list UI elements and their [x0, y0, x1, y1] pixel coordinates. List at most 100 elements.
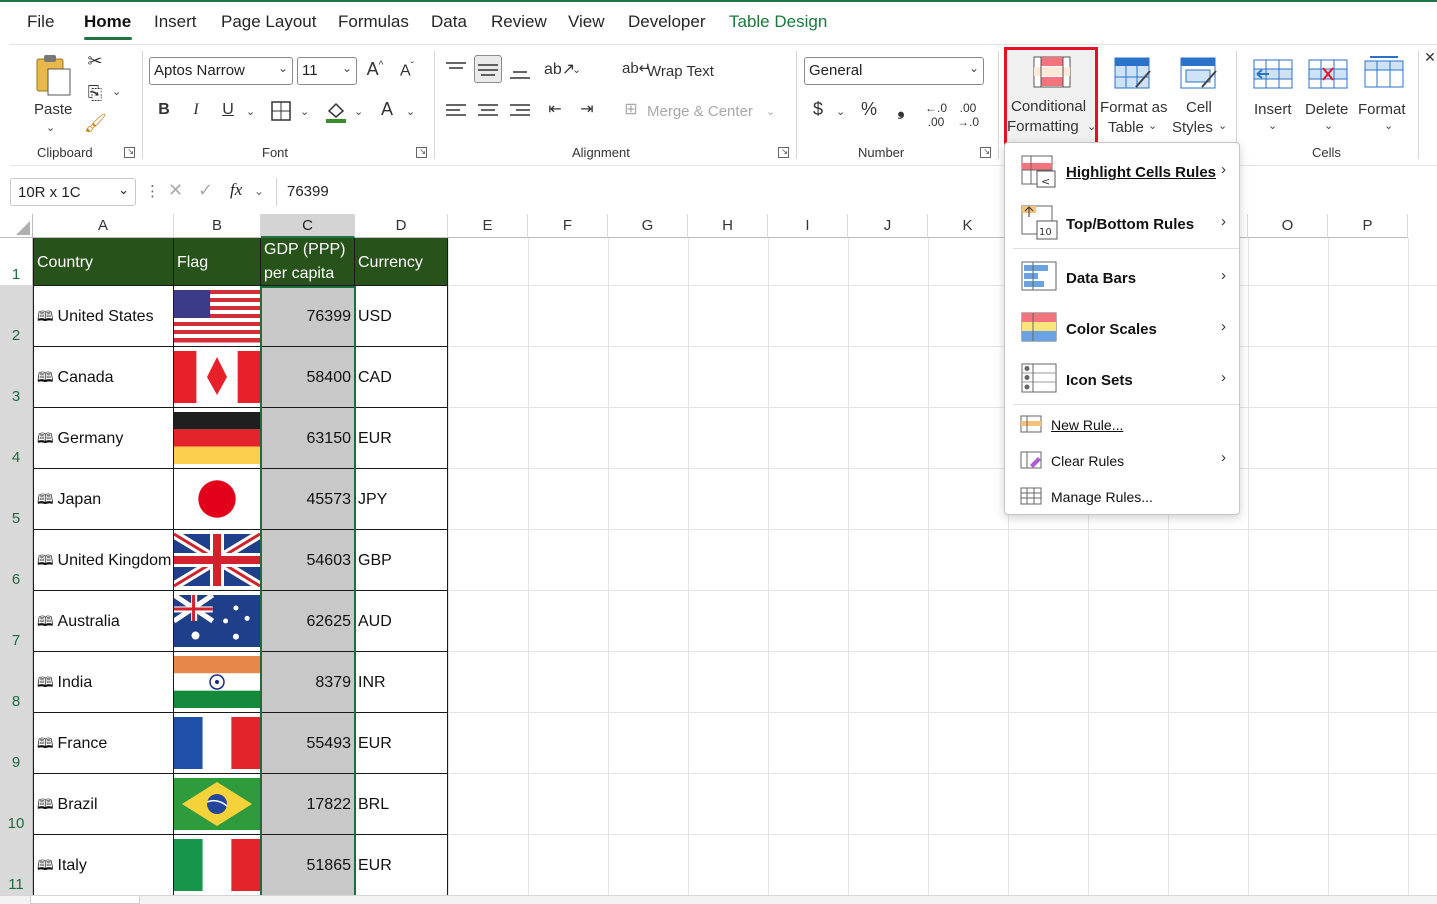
fill-chevron-icon[interactable]: ⌄: [354, 105, 363, 118]
currency-cell[interactable]: USD: [355, 286, 448, 347]
row-header-4[interactable]: 4: [0, 408, 33, 469]
tab-page-layout[interactable]: Page Layout: [221, 12, 316, 32]
menu-item-highlight-cells-rules[interactable]: < Highlight Cells Rules ›: [1005, 149, 1239, 195]
decrease-indent-icon[interactable]: ⇤: [544, 99, 566, 119]
currency-cell[interactable]: BRL: [355, 774, 448, 835]
currency-cell[interactable]: INR: [355, 652, 448, 713]
currency-cell[interactable]: JPY: [355, 469, 448, 530]
flag-cell[interactable]: [174, 469, 261, 530]
row-header-10[interactable]: 10: [0, 774, 33, 835]
currency-cell[interactable]: EUR: [355, 713, 448, 774]
orientation-chevron-icon[interactable]: ⌄: [572, 63, 581, 76]
increase-indent-icon[interactable]: ⇥: [576, 99, 598, 119]
align-center-icon[interactable]: [478, 103, 498, 119]
align-middle-button[interactable]: [474, 55, 502, 83]
row-header-9[interactable]: 9: [0, 713, 33, 774]
copy-chevron-icon[interactable]: ⌄: [112, 85, 121, 98]
insert-function-button[interactable]: fx: [230, 180, 242, 200]
name-box[interactable]: 10R x 1C ⌄: [10, 178, 136, 206]
number-format-combo[interactable]: General ⌄: [804, 57, 984, 85]
flag-cell[interactable]: [174, 286, 261, 347]
column-header-b[interactable]: B: [174, 214, 261, 238]
flag-cell[interactable]: [174, 347, 261, 408]
row-header-1[interactable]: 1: [0, 238, 33, 286]
align-left-icon[interactable]: [446, 103, 466, 119]
cancel-icon[interactable]: ✕: [168, 180, 183, 201]
tab-review[interactable]: Review: [491, 12, 547, 32]
column-header-c[interactable]: C: [261, 214, 355, 238]
column-header-d[interactable]: D: [355, 214, 448, 238]
column-header-p[interactable]: P: [1328, 214, 1408, 238]
enter-icon[interactable]: ✓: [198, 180, 213, 201]
font-color-icon[interactable]: A: [376, 99, 398, 120]
cut-icon[interactable]: ✂: [84, 51, 106, 72]
row-header-8[interactable]: 8: [0, 652, 33, 713]
column-header-o[interactable]: O: [1248, 214, 1328, 238]
merge-center-button[interactable]: Merge & Center: [647, 103, 753, 120]
cell-styles-button[interactable]: Cell Styles ⌄: [1168, 49, 1230, 139]
country-cell[interactable]: 🕮 Canada: [33, 347, 174, 408]
merge-chevron-icon[interactable]: ⌄: [766, 105, 775, 118]
delete-cells-button[interactable]: Delete ⌄: [1300, 49, 1356, 139]
conditional-formatting-button[interactable]: Conditional Formatting ⌄: [1004, 47, 1098, 149]
increase-font-icon[interactable]: A^: [364, 59, 386, 80]
country-cell[interactable]: 🕮 Brazil: [33, 774, 174, 835]
formula-input[interactable]: 76399: [276, 178, 1437, 206]
wrap-text-icon[interactable]: ab↵: [622, 59, 651, 77]
clear-icon[interactable]: ✕: [1424, 49, 1436, 66]
menu-item-manage-rules[interactable]: Manage Rules...: [1005, 481, 1239, 515]
header-cell-country[interactable]: Country: [33, 238, 174, 286]
tab-insert[interactable]: Insert: [154, 12, 197, 32]
currency-button[interactable]: $: [810, 99, 826, 120]
flag-cell[interactable]: [174, 530, 261, 591]
country-cell[interactable]: 🕮 Germany: [33, 408, 174, 469]
copy-icon[interactable]: ⎘: [84, 83, 106, 104]
paste-button[interactable]: Paste ⌄: [22, 49, 82, 137]
flag-cell[interactable]: [174, 591, 261, 652]
font-size-combo[interactable]: 11 ⌄: [297, 57, 357, 85]
country-cell[interactable]: 🕮 Italy: [33, 835, 174, 896]
tab-formulas[interactable]: Formulas: [338, 12, 409, 32]
column-header-e[interactable]: E: [448, 214, 528, 238]
merge-center-icon[interactable]: ⊞: [620, 99, 642, 119]
row-header-2[interactable]: 2: [0, 286, 33, 347]
column-header-k[interactable]: K: [928, 214, 1008, 238]
italic-button[interactable]: I: [186, 101, 206, 119]
menu-item-data-bars[interactable]: Data Bars ›: [1005, 253, 1239, 299]
bold-button[interactable]: B: [154, 101, 174, 119]
align-right-icon[interactable]: [510, 103, 530, 119]
format-painter-icon[interactable]: 🖌: [84, 113, 107, 134]
currency-cell[interactable]: CAD: [355, 347, 448, 408]
country-cell[interactable]: 🕮 United States: [33, 286, 174, 347]
chevron-down-icon[interactable]: ⌄: [254, 184, 264, 198]
percent-button[interactable]: %: [858, 99, 880, 120]
menu-item-top-bottom-rules[interactable]: 10 Top/Bottom Rules ›: [1005, 199, 1239, 245]
country-cell[interactable]: 🕮 Australia: [33, 591, 174, 652]
tab-developer[interactable]: Developer: [628, 12, 706, 32]
menu-item-clear-rules[interactable]: Clear Rules ›: [1005, 445, 1239, 479]
borders-icon[interactable]: [271, 101, 291, 121]
currency-cell[interactable]: EUR: [355, 835, 448, 896]
insert-cells-button[interactable]: Insert ⌄: [1246, 49, 1300, 139]
more-options-icon[interactable]: ⋮: [145, 182, 160, 200]
country-cell[interactable]: 🕮 United Kingdom: [33, 530, 174, 591]
underline-button[interactable]: U: [218, 101, 238, 119]
currency-chevron-icon[interactable]: ⌄: [836, 105, 845, 118]
font-launcher-icon[interactable]: ↘: [416, 147, 427, 158]
tab-file[interactable]: File: [27, 12, 54, 32]
alignment-launcher-icon[interactable]: ↘: [778, 147, 789, 158]
header-cell-currency[interactable]: Currency: [355, 238, 448, 286]
clipboard-launcher-icon[interactable]: ↘: [124, 147, 135, 158]
orientation-icon[interactable]: ab↗: [544, 59, 575, 79]
format-as-table-button[interactable]: Format as Table ⌄: [1100, 49, 1168, 139]
column-header-i[interactable]: I: [768, 214, 848, 238]
flag-cell[interactable]: [174, 774, 261, 835]
header-cell-flag[interactable]: Flag: [174, 238, 261, 286]
fill-color-icon[interactable]: [324, 99, 348, 123]
flag-cell[interactable]: [174, 835, 261, 896]
tab-view[interactable]: View: [568, 12, 605, 32]
column-header-a[interactable]: A: [33, 214, 174, 238]
align-top-icon[interactable]: [446, 61, 466, 77]
country-cell[interactable]: 🕮 France: [33, 713, 174, 774]
menu-item-new-rule[interactable]: New Rule...: [1005, 409, 1239, 443]
